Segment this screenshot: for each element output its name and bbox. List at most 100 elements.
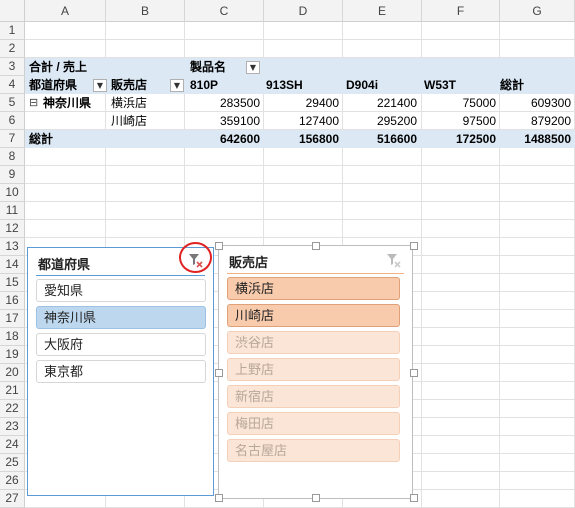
grid-cell[interactable] — [106, 166, 185, 184]
product-filter-dropdown[interactable]: ▼ — [246, 61, 260, 74]
grid-cell[interactable] — [500, 490, 575, 508]
grid-cell[interactable] — [500, 274, 575, 292]
row-header[interactable]: 3 — [0, 58, 25, 76]
grid-cell[interactable] — [185, 166, 264, 184]
grid-cell[interactable] — [422, 472, 500, 490]
grid-cell[interactable] — [25, 112, 106, 130]
grid-cell[interactable] — [500, 364, 575, 382]
grid-cell[interactable] — [185, 40, 264, 58]
resize-handle[interactable] — [410, 369, 418, 377]
grid-cell[interactable] — [185, 184, 264, 202]
column-header[interactable]: E — [343, 0, 422, 22]
row-header[interactable]: 21 — [0, 382, 25, 400]
grid-cell[interactable] — [500, 346, 575, 364]
slicer-item-pref[interactable]: 愛知県 — [36, 279, 206, 302]
collapse-icon[interactable]: ⊟ — [29, 94, 38, 112]
row-header[interactable]: 22 — [0, 400, 25, 418]
row-header[interactable]: 1 — [0, 22, 25, 40]
row-header[interactable]: 13 — [0, 238, 25, 256]
row-header[interactable]: 2 — [0, 40, 25, 58]
grid-cell[interactable] — [500, 220, 575, 238]
grid-cell[interactable] — [185, 22, 264, 40]
grid-cell[interactable] — [500, 292, 575, 310]
resize-handle[interactable] — [312, 242, 320, 250]
grid-cell[interactable] — [422, 328, 500, 346]
grid-cell[interactable] — [106, 22, 185, 40]
resize-handle[interactable] — [410, 242, 418, 250]
column-header[interactable]: G — [500, 0, 575, 22]
grid-cell[interactable] — [106, 202, 185, 220]
grid-cell[interactable] — [25, 220, 106, 238]
resize-handle[interactable] — [312, 494, 320, 502]
grid-cell[interactable] — [422, 346, 500, 364]
pref-filter-dropdown[interactable]: ▼ — [93, 79, 107, 92]
grid-cell[interactable] — [25, 148, 106, 166]
grid-cell[interactable] — [343, 40, 422, 58]
grid-cell[interactable] — [500, 22, 575, 40]
slicer-item-store[interactable]: 新宿店 — [227, 385, 400, 408]
grid-cell[interactable] — [500, 472, 575, 490]
grid-cell[interactable] — [422, 418, 500, 436]
row-header[interactable]: 26 — [0, 472, 25, 490]
column-header[interactable]: D — [264, 0, 343, 22]
slicer-item-store[interactable]: 名古屋店 — [227, 439, 400, 462]
row-header[interactable]: 20 — [0, 364, 25, 382]
row-header[interactable]: 12 — [0, 220, 25, 238]
grid-cell[interactable] — [25, 166, 106, 184]
grid-cell[interactable] — [106, 148, 185, 166]
grid-cell[interactable] — [500, 166, 575, 184]
grid-cell[interactable] — [264, 40, 343, 58]
grid-cell[interactable] — [185, 148, 264, 166]
grid-cell[interactable] — [500, 184, 575, 202]
grid-cell[interactable] — [422, 256, 500, 274]
row-header[interactable]: 4 — [0, 76, 25, 94]
grid-cell[interactable] — [500, 400, 575, 418]
grid-cell[interactable] — [25, 40, 106, 58]
column-header[interactable]: F — [422, 0, 500, 22]
resize-handle[interactable] — [410, 494, 418, 502]
grid-cell[interactable] — [264, 22, 343, 40]
row-header[interactable]: 16 — [0, 292, 25, 310]
resize-handle[interactable] — [215, 369, 223, 377]
grid-cell[interactable] — [343, 166, 422, 184]
grid-cell[interactable] — [343, 220, 422, 238]
slicer-item-store[interactable]: 上野店 — [227, 358, 400, 381]
grid-cell[interactable] — [185, 202, 264, 220]
grid-cell[interactable] — [343, 184, 422, 202]
row-header[interactable]: 6 — [0, 112, 25, 130]
select-all-corner[interactable] — [0, 0, 25, 22]
grid-cell[interactable] — [500, 40, 575, 58]
resize-handle[interactable] — [215, 242, 223, 250]
grid-cell[interactable] — [25, 22, 106, 40]
grid-cell[interactable] — [422, 202, 500, 220]
grid-cell[interactable] — [264, 202, 343, 220]
grid-cell[interactable] — [264, 148, 343, 166]
grid-cell[interactable] — [422, 490, 500, 508]
row-header[interactable]: 10 — [0, 184, 25, 202]
grid-cell[interactable] — [422, 220, 500, 238]
grid-cell[interactable] — [500, 382, 575, 400]
grid-cell[interactable] — [422, 148, 500, 166]
row-header[interactable]: 24 — [0, 436, 25, 454]
grid-cell[interactable] — [500, 202, 575, 220]
grid-cell[interactable] — [500, 436, 575, 454]
grid-cell[interactable] — [422, 274, 500, 292]
row-header[interactable]: 17 — [0, 310, 25, 328]
row-header[interactable]: 18 — [0, 328, 25, 346]
grid-cell[interactable] — [422, 310, 500, 328]
row-header[interactable]: 23 — [0, 418, 25, 436]
grid-cell[interactable] — [500, 238, 575, 256]
grid-cell[interactable] — [185, 220, 264, 238]
slicer-item-store[interactable]: 梅田店 — [227, 412, 400, 435]
slicer-item-pref[interactable]: 大阪府 — [36, 333, 206, 356]
grid-cell[interactable] — [343, 148, 422, 166]
grid-cell[interactable] — [25, 184, 106, 202]
row-header[interactable]: 15 — [0, 274, 25, 292]
grid-cell[interactable] — [422, 238, 500, 256]
slicer-item-store[interactable]: 渋谷店 — [227, 331, 400, 354]
slicer-item-pref[interactable]: 東京都 — [36, 360, 206, 383]
grid-cell[interactable] — [422, 166, 500, 184]
grid-cell[interactable] — [264, 220, 343, 238]
grid-cell[interactable] — [500, 310, 575, 328]
row-header[interactable]: 27 — [0, 490, 25, 508]
